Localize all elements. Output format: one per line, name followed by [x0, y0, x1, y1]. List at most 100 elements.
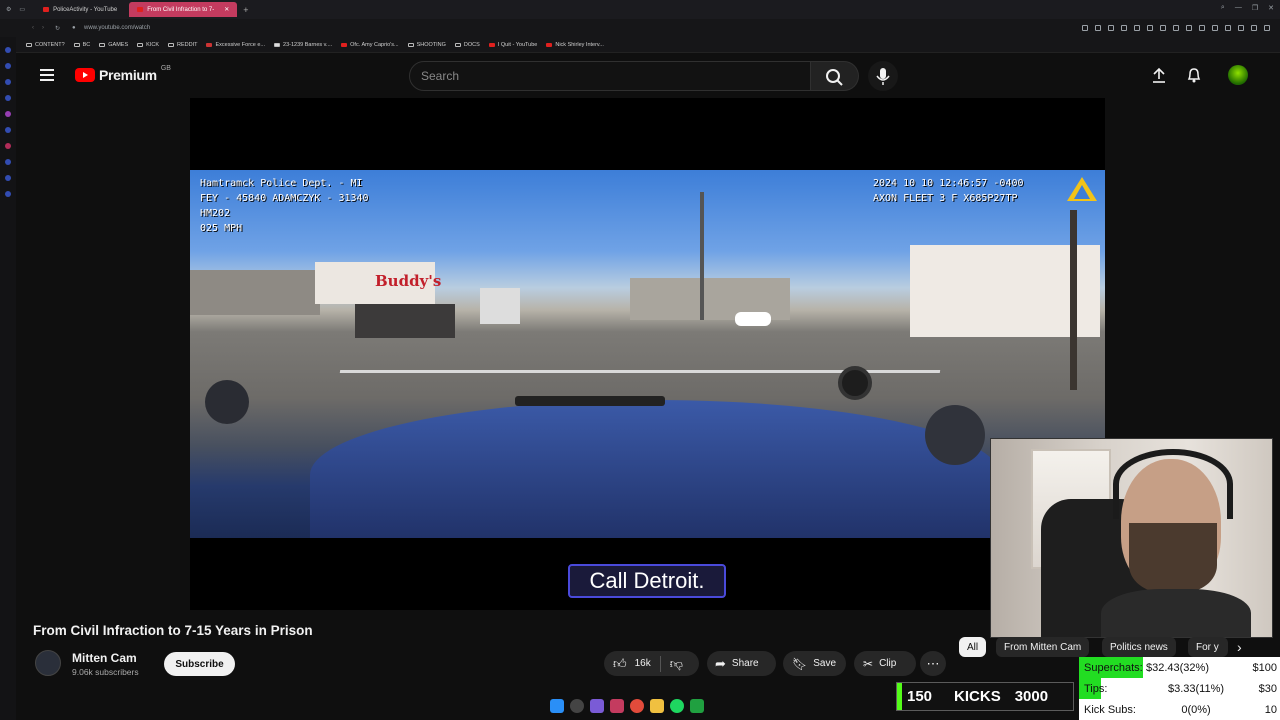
stats-row-tips: Tips: $3.33(11%) $30 — [1079, 678, 1280, 699]
address-bar: ‹ › ↻ ● www.youtube.com/watch — [0, 19, 1280, 37]
windows-start-icon[interactable] — [550, 699, 564, 713]
stats-goal: $100 — [1252, 661, 1277, 674]
folder-icon — [73, 42, 80, 47]
browser-menu-icon[interactable]: ⚙ — [6, 6, 11, 13]
extension-icon[interactable] — [1121, 25, 1127, 31]
share-label: Share — [731, 658, 759, 669]
extension-icon[interactable] — [1212, 25, 1218, 31]
account-avatar[interactable] — [1228, 65, 1248, 85]
bookmark-item[interactable]: BC — [73, 42, 90, 48]
tab-overview-icon[interactable]: ▭ — [19, 6, 25, 13]
sidebar-app-icon[interactable] — [5, 191, 11, 197]
extension-icon[interactable] — [1225, 25, 1231, 31]
zoom-icon[interactable] — [1082, 25, 1088, 31]
bookmark-item[interactable]: SHOOTING — [407, 42, 446, 48]
chip-for-you[interactable]: For y — [1188, 637, 1228, 657]
save-button[interactable]: 🔖︎ Save — [783, 651, 846, 676]
new-tab-icon[interactable]: + — [243, 5, 248, 15]
youtube-premium-logo[interactable]: Premium GB — [75, 65, 171, 83]
subscribe-button[interactable]: Subscribe — [164, 652, 235, 676]
stats-label: Superchats: — [1084, 661, 1143, 674]
bookmark-item[interactable]: Excessive Force e... — [206, 42, 265, 48]
tab-current-video[interactable]: From Civil Infraction to 7- ✕ — [129, 2, 238, 17]
sidebar-app-icon[interactable] — [5, 47, 11, 53]
bookmark-item[interactable]: DOCS — [454, 42, 480, 48]
sidebar-app-icon[interactable] — [5, 143, 11, 149]
extension-icons — [1082, 25, 1270, 31]
bookmark-item[interactable]: Nick Shirley Interv... — [546, 42, 604, 48]
bookmark-icon[interactable] — [1147, 25, 1153, 31]
chip-all[interactable]: All — [959, 637, 987, 657]
forward-icon[interactable]: › — [42, 25, 44, 31]
sidebar-app-icon[interactable] — [5, 79, 11, 85]
sidebar-app-icon[interactable] — [5, 111, 11, 117]
settings-icon[interactable] — [1173, 25, 1179, 31]
more-actions-button[interactable]: ⋯ — [920, 651, 946, 676]
folder-icon[interactable] — [650, 699, 664, 713]
restore-icon[interactable]: ❐ — [1252, 4, 1258, 12]
like-icon[interactable]: 👍︎ — [613, 656, 627, 672]
stats-goal: 10 — [1264, 703, 1277, 716]
heart-icon[interactable] — [1160, 25, 1166, 31]
extension-icon[interactable] — [1108, 25, 1114, 31]
search-input[interactable]: Search — [409, 61, 811, 91]
extension-icon[interactable] — [1199, 25, 1205, 31]
channel-avatar[interactable] — [35, 650, 61, 676]
bookmark-item[interactable]: GAMES — [99, 42, 128, 48]
chevron-right-icon[interactable]: › — [1237, 639, 1242, 655]
tab-police-activity[interactable]: PoliceActivity - YouTube — [35, 2, 125, 17]
extension-icon[interactable] — [1186, 25, 1192, 31]
sidebar-app-icon[interactable] — [5, 127, 11, 133]
chrome-icon[interactable] — [630, 699, 644, 713]
ai-icon[interactable] — [1251, 25, 1257, 31]
clip-button[interactable]: ✂ Clip — [854, 651, 916, 676]
bookmark-item[interactable]: I Quit - YouTube — [488, 42, 537, 48]
channel-name[interactable]: Mitten Cam — [72, 651, 137, 665]
chip-from-channel[interactable]: From Mitten Cam — [996, 637, 1090, 657]
bookmark-item[interactable]: KICK — [137, 42, 159, 48]
extension-icon[interactable] — [1095, 25, 1101, 31]
bookmark-item[interactable]: REDDIT — [168, 42, 197, 48]
minimize-icon[interactable]: — — [1235, 4, 1242, 12]
sidebar-app-icon[interactable] — [5, 159, 11, 165]
url-field[interactable]: www.youtube.com/watch — [84, 25, 150, 31]
stats-amount: $3.33(11%) — [1167, 682, 1225, 695]
sidebar-app-icon[interactable] — [5, 95, 11, 101]
folder-icon — [26, 42, 32, 47]
notifications-bell-icon[interactable] — [1186, 67, 1202, 83]
search-icon[interactable]: ⌕ — [1221, 4, 1225, 12]
stats-row-kick-subs: Kick Subs: 0(0%) 10 — [1079, 699, 1280, 720]
voice-search-button[interactable] — [868, 61, 898, 91]
close-window-icon[interactable]: ✕ — [1268, 4, 1274, 12]
sidebar-app-icon[interactable] — [5, 175, 11, 181]
close-icon[interactable]: ✕ — [224, 6, 229, 13]
dislike-icon[interactable]: 👎︎ — [670, 656, 683, 672]
sidebar-app-icon[interactable] — [5, 63, 11, 69]
flag-icon — [206, 42, 213, 47]
like-count[interactable]: 16k — [635, 658, 651, 669]
browser-icon[interactable] — [610, 699, 624, 713]
reload-icon[interactable]: ↻ — [55, 25, 60, 32]
hamburger-menu-icon[interactable] — [40, 69, 54, 81]
spotify-icon[interactable] — [670, 699, 684, 713]
upload-icon[interactable] — [1151, 67, 1167, 83]
extension-icon[interactable] — [1238, 25, 1244, 31]
logo-text: Premium — [99, 67, 157, 83]
video-player[interactable]: Buddy's Hamtramck Police Dept. - MI FEY … — [190, 98, 1105, 610]
discord-icon[interactable] — [590, 699, 604, 713]
bookmark-item[interactable]: CONTENT? — [26, 42, 65, 48]
folder-icon — [407, 42, 414, 47]
dashcam-video-frame: Buddy's Hamtramck Police Dept. - MI FEY … — [190, 170, 1105, 538]
like-dislike-group: 👍︎ 16k 👎︎ — [604, 651, 699, 676]
chip-politics-news[interactable]: Politics news — [1102, 637, 1176, 657]
back-icon[interactable]: ‹ — [32, 25, 34, 31]
bookmark-item[interactable]: 23-1239 Barnes v.... — [274, 42, 332, 48]
menu-icon[interactable] — [1264, 25, 1270, 31]
bookmark-item[interactable]: Ofc. Amy Caprio's... — [341, 42, 399, 48]
search-button[interactable] — [811, 61, 859, 91]
shield-icon[interactable] — [1134, 25, 1140, 31]
share-button[interactable]: ➦ Share — [707, 651, 776, 676]
search-icon[interactable] — [570, 699, 584, 713]
xbox-icon[interactable] — [690, 699, 704, 713]
truck — [480, 288, 520, 324]
